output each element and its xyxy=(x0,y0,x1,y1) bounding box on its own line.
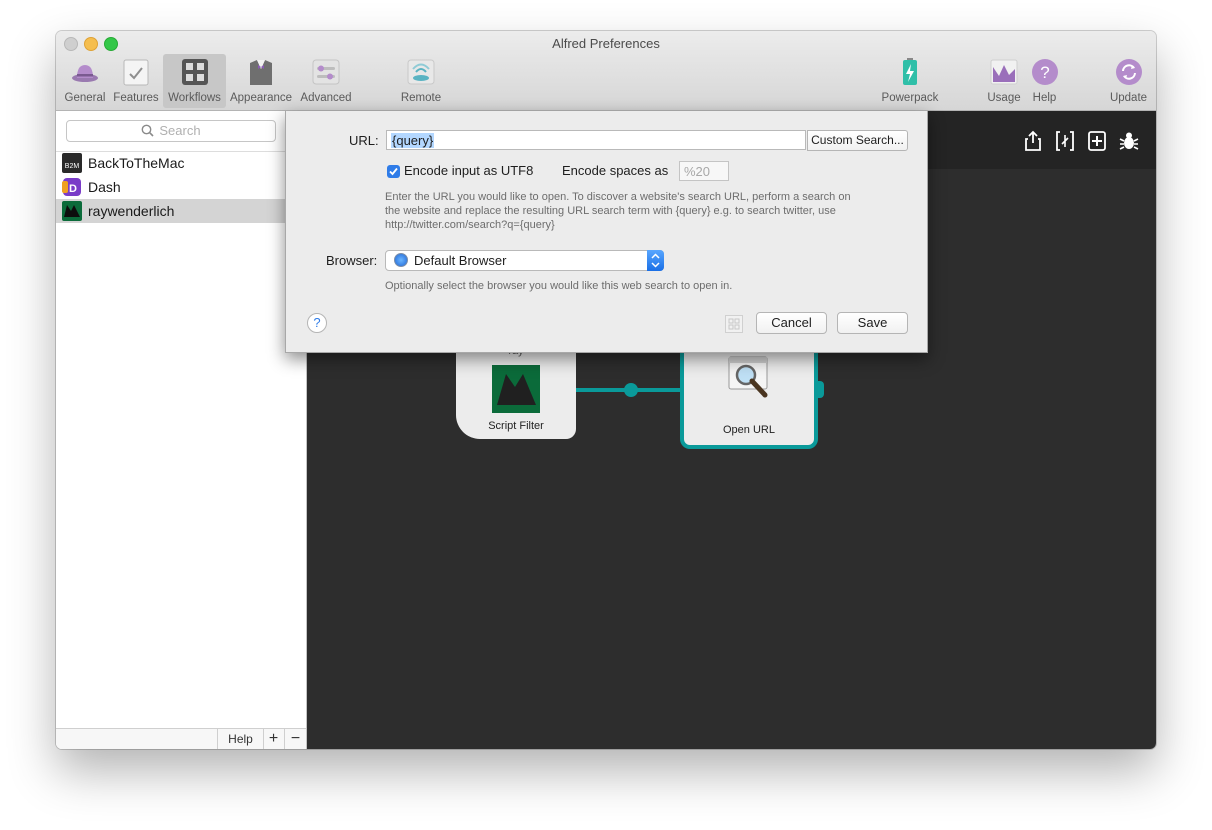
search-icon xyxy=(141,124,154,137)
encode-utf8-checkbox[interactable] xyxy=(387,165,400,178)
workflow-sidebar: Search B2M BackToTheMac D Dash raywender… xyxy=(56,111,307,749)
toolbar-features[interactable]: Features xyxy=(111,54,161,108)
browser-select-value: Default Browser xyxy=(414,253,507,268)
layout-grid-icon[interactable] xyxy=(725,315,743,333)
output-connector-handle[interactable] xyxy=(814,381,824,398)
workflow-item-raywenderlich[interactable]: raywenderlich xyxy=(56,199,306,223)
toolbar-general[interactable]: General xyxy=(60,54,110,108)
save-button[interactable]: Save xyxy=(837,312,908,334)
workflow-name: BackToTheMac xyxy=(88,155,185,171)
svg-text:D: D xyxy=(69,183,77,195)
script-filter-label: Script Filter xyxy=(488,420,544,432)
toolbar-help[interactable]: ? Help xyxy=(1027,54,1062,108)
workflows-grid-icon xyxy=(181,59,208,85)
add-workflow-button[interactable]: + xyxy=(263,729,285,749)
toolbar-update[interactable]: Update xyxy=(1106,54,1151,108)
cancel-button[interactable]: Cancel xyxy=(756,312,827,334)
remote-wireless-icon xyxy=(407,59,435,85)
search-placeholder: Search xyxy=(159,123,201,138)
open-url-magnifier-icon xyxy=(728,356,768,398)
toolbar-usage[interactable]: Usage xyxy=(984,54,1024,108)
export-share-icon[interactable] xyxy=(1022,130,1044,152)
raywenderlich-icon xyxy=(62,201,82,221)
update-refresh-icon xyxy=(1115,59,1142,85)
url-input-value: {query} xyxy=(391,133,435,148)
encode-spaces-label: Encode spaces as xyxy=(562,163,669,178)
features-checklist-icon xyxy=(123,59,149,86)
backtothemac-icon: B2M xyxy=(62,153,82,173)
svg-text:B2M: B2M xyxy=(65,163,80,170)
workflow-item-dash[interactable]: D Dash xyxy=(56,175,306,199)
encode-utf8-label: Encode input as UTF8 xyxy=(404,163,534,178)
toolbar-advanced[interactable]: Advanced xyxy=(296,54,356,108)
toolbar-workflows[interactable]: Workflows xyxy=(163,54,226,108)
workflow-name: raywenderlich xyxy=(88,203,175,219)
script-filter-node[interactable]: ray Script Filter xyxy=(456,345,576,439)
workflow-name: Dash xyxy=(88,179,121,195)
toolbar-powerpack[interactable]: Powerpack xyxy=(878,54,942,108)
browser-help-text: Optionally select the browser you would … xyxy=(385,280,733,292)
debug-bug-icon[interactable] xyxy=(1118,130,1140,152)
workflow-item-backtothemac[interactable]: B2M BackToTheMac xyxy=(56,151,306,175)
workflow-search-input[interactable]: Search xyxy=(66,120,276,142)
svg-text:?: ? xyxy=(1040,63,1049,82)
window-title: Alfred Preferences xyxy=(552,36,660,51)
sliders-icon xyxy=(312,59,340,85)
variables-icon[interactable] xyxy=(1054,130,1076,152)
sidebar-footer: Help + − xyxy=(56,728,306,749)
usage-chart-icon xyxy=(990,59,1018,85)
workflow-list: B2M BackToTheMac D Dash raywenderlich xyxy=(56,151,306,223)
browser-label: Browser: xyxy=(326,253,378,268)
encode-spaces-input[interactable]: %20 xyxy=(679,161,729,181)
toolbar-remote[interactable]: Remote xyxy=(395,54,447,108)
tuxedo-icon xyxy=(250,60,272,85)
alfred-preferences-window: Alfred Preferences General Features Work… xyxy=(56,31,1156,749)
connection-handle[interactable] xyxy=(624,383,638,397)
help-question-icon: ? xyxy=(1031,59,1058,85)
dash-icon: D xyxy=(62,178,81,196)
add-object-icon[interactable] xyxy=(1086,130,1108,152)
battery-bolt-icon xyxy=(903,58,917,85)
raywenderlich-logo-icon xyxy=(492,365,540,413)
open-url-label: Open URL xyxy=(723,424,775,436)
open-url-node[interactable]: Open URL xyxy=(680,347,818,449)
hat-icon xyxy=(72,65,98,82)
open-url-config-sheet: URL: {query} Custom Search... Encode inp… xyxy=(285,111,928,353)
sidebar-help-button[interactable]: Help xyxy=(217,729,264,749)
url-input[interactable]: {query} xyxy=(386,130,806,150)
title-toolbar: Alfred Preferences General Features Work… xyxy=(56,31,1156,111)
safari-compass-icon xyxy=(394,253,408,267)
popup-arrows-icon xyxy=(647,250,664,271)
custom-search-button[interactable]: Custom Search... xyxy=(807,130,908,151)
remove-workflow-button[interactable]: − xyxy=(285,729,306,749)
checkmark-icon xyxy=(389,167,398,176)
url-help-text: Enter the URL you would like to open. To… xyxy=(385,191,851,231)
dialog-help-button[interactable]: ? xyxy=(307,313,327,333)
browser-select[interactable]: Default Browser xyxy=(385,250,664,271)
url-label: URL: xyxy=(349,133,379,148)
toolbar-appearance[interactable]: Appearance xyxy=(228,54,294,108)
